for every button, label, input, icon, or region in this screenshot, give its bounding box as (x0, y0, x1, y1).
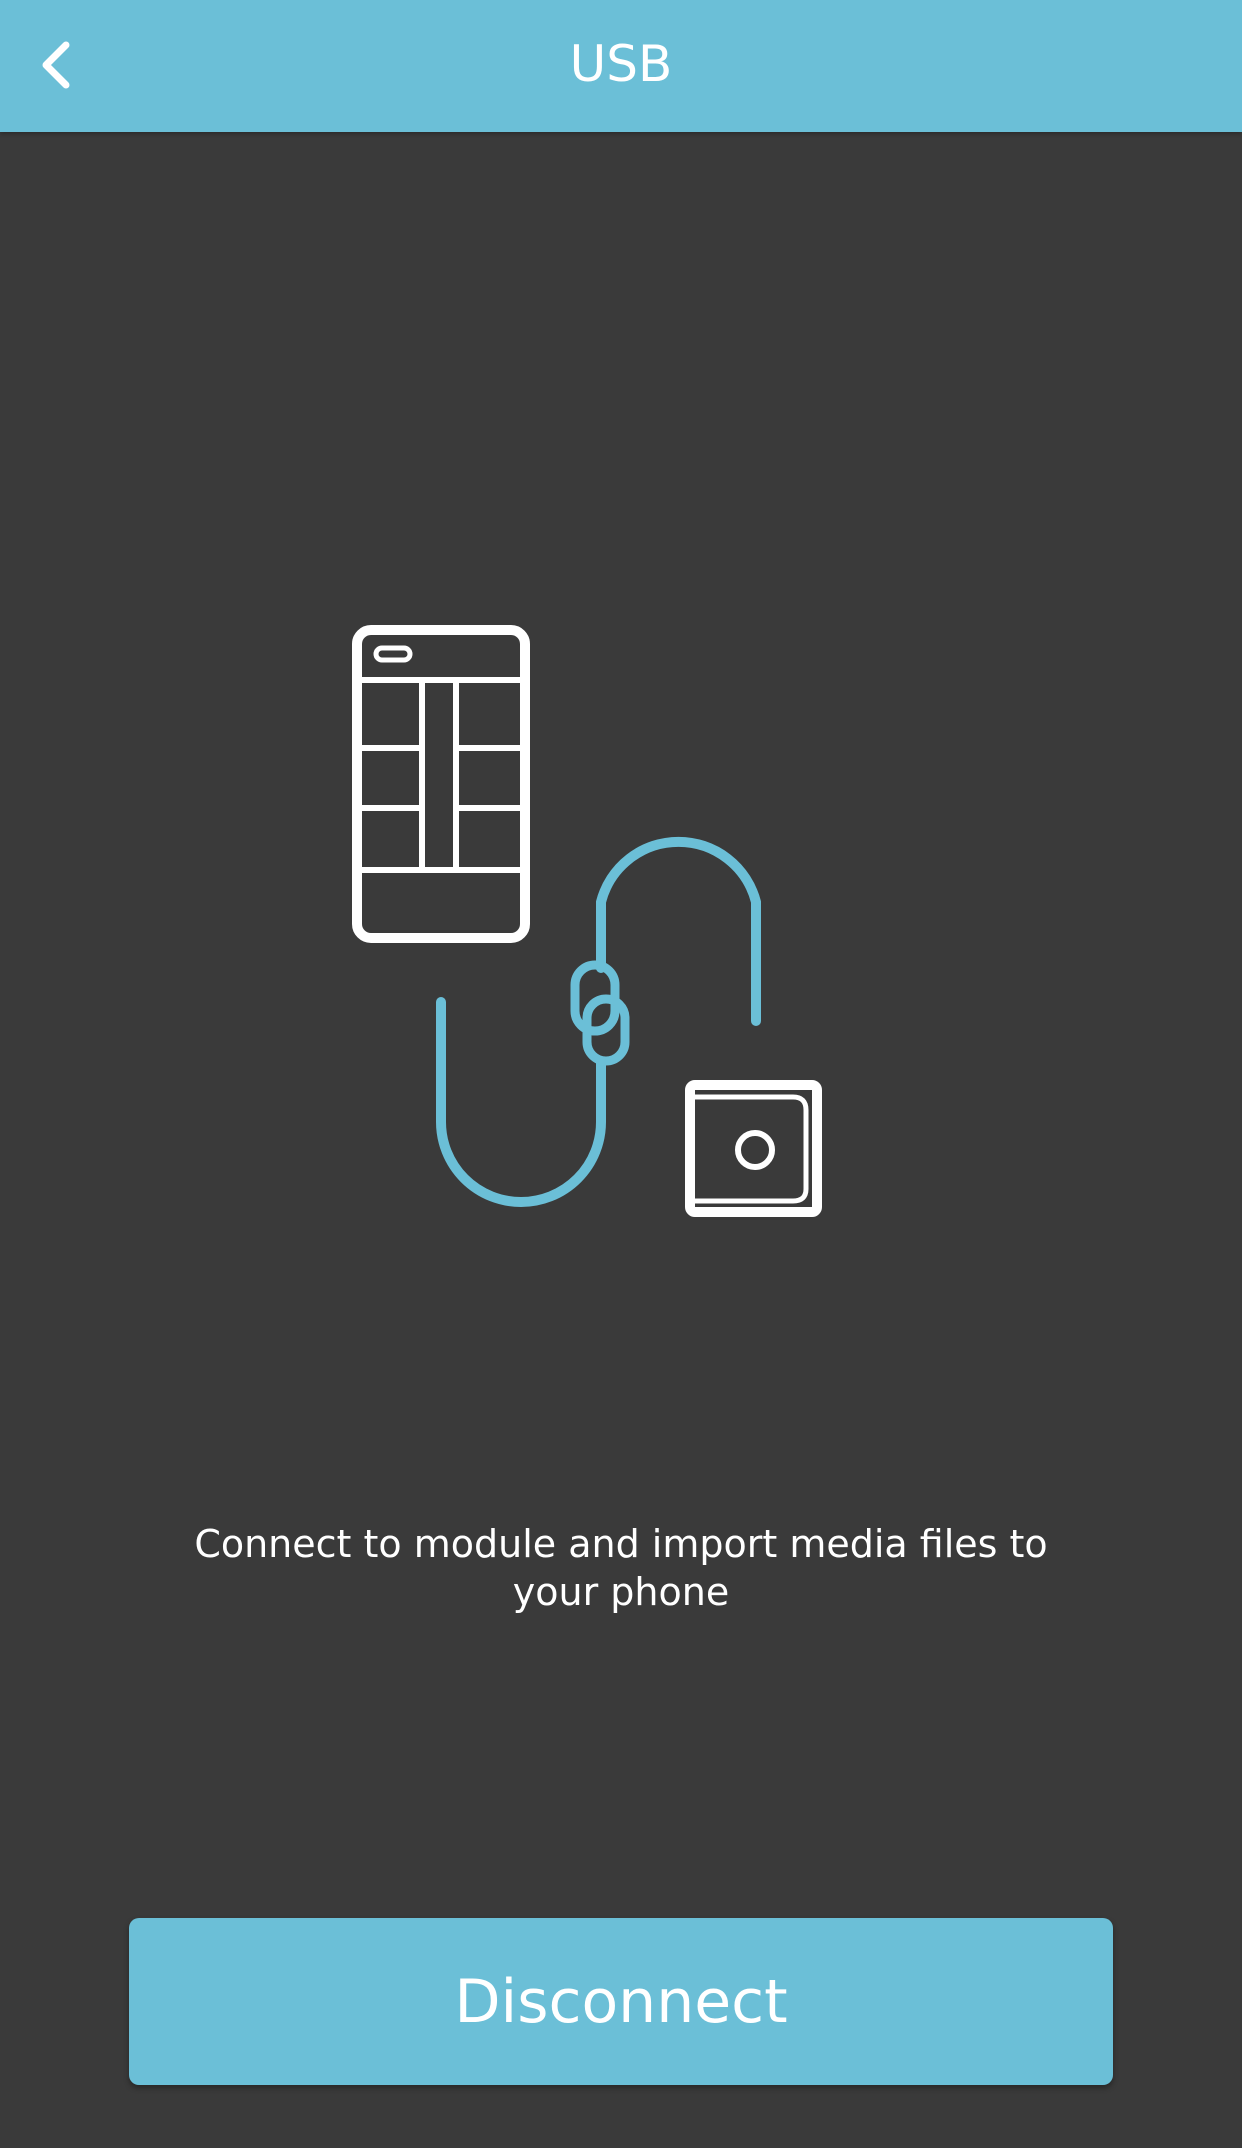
cable-icon (436, 836, 761, 1207)
page-title: USB (569, 35, 673, 93)
app-bar: USB (0, 0, 1242, 132)
chevron-left-icon (42, 41, 70, 89)
usb-connection-illustration (352, 625, 822, 1217)
instruction-text: Connect to module and import media files… (194, 1522, 1048, 1614)
phone-icon (352, 625, 530, 943)
module-icon (685, 1080, 822, 1217)
back-button[interactable] (26, 30, 86, 100)
disconnect-button[interactable]: Disconnect (129, 1918, 1113, 2085)
chain-link-icon (570, 960, 630, 1066)
